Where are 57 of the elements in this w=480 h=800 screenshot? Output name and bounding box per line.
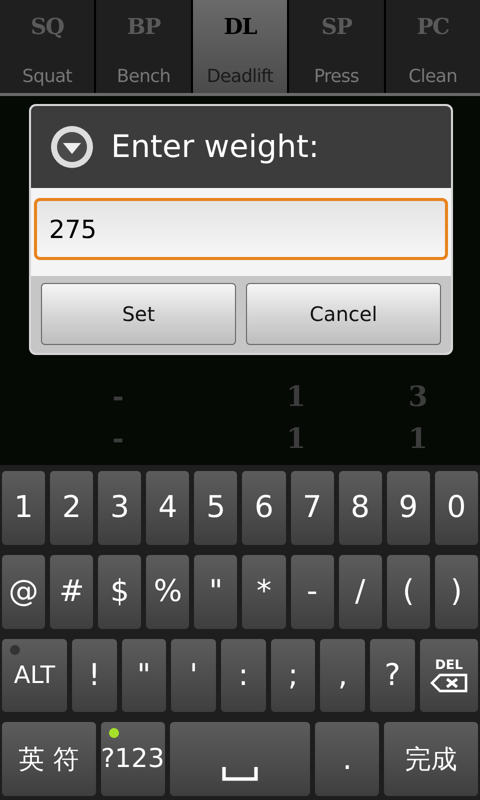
keyboard-key[interactable]: ?123 (100, 722, 165, 796)
keyboard-key[interactable]: 完成 (384, 722, 478, 796)
keyboard-key[interactable]: ALT (2, 638, 67, 712)
space-key[interactable] (170, 722, 310, 796)
keyboard-key[interactable]: $ (98, 554, 142, 628)
keyboard-key[interactable]: 4 (146, 471, 190, 545)
keyboard-key[interactable]: @ (2, 554, 46, 628)
keyboard-key[interactable]: ) (434, 554, 478, 628)
tab[interactable]: BP Bench (96, 0, 191, 93)
keyboard-key[interactable]: ? (370, 638, 415, 712)
tab-icon-text: SP (321, 14, 352, 40)
keyboard-key[interactable]: 5 (194, 471, 238, 545)
keyboard-key[interactable]: 0 (434, 471, 478, 545)
keyboard-key[interactable]: ' (171, 638, 216, 712)
keyboard-key[interactable]: 2 (50, 471, 94, 545)
dialog-button[interactable]: Cancel (246, 283, 441, 345)
tab-icon-text: SQ (30, 14, 64, 40)
keyboard-key[interactable]: ; (270, 638, 316, 712)
keyboard-key[interactable]: - (290, 554, 334, 628)
keyboard-key[interactable]: / (338, 554, 382, 628)
dropdown-icon (49, 124, 95, 170)
backspace-icon (430, 672, 468, 693)
table-cell-text: - (111, 380, 125, 412)
tab[interactable]: SP Press (289, 0, 384, 93)
tab[interactable]: SQ Squat (0, 0, 94, 93)
table-cell-text: - (111, 422, 125, 454)
keyboard-key[interactable]: 英 符 (2, 722, 96, 796)
keyboard-key[interactable]: 1 (2, 471, 46, 545)
keyboard-key[interactable]: 9 (386, 471, 430, 545)
keyboard-key[interactable]: 7 (290, 471, 334, 545)
keyboard-key[interactable]: % (146, 554, 190, 628)
keyboard-key[interactable]: " (194, 554, 238, 628)
tab-label: Deadlift (206, 66, 274, 87)
keyboard-key[interactable]: ! (72, 638, 117, 712)
dialog-title: Enter weight: (111, 129, 320, 165)
keyboard-key[interactable]: 3 (98, 471, 142, 545)
keyboard-key[interactable]: # (50, 554, 94, 628)
keyboard-key[interactable]: , (320, 638, 366, 712)
keyboard-key[interactable]: * (242, 554, 286, 628)
dialog-button[interactable]: Set (41, 283, 236, 345)
weight-input-field[interactable]: 275 (34, 198, 448, 260)
delete-key[interactable]: DEL (420, 638, 478, 712)
space-icon (222, 767, 258, 782)
tab-label: Squat (22, 66, 72, 87)
keyboard-key[interactable]: 8 (338, 471, 382, 545)
keyboard-key[interactable]: ( (386, 554, 430, 628)
tab-label: Bench (116, 66, 170, 87)
keyboard-key[interactable]: : (221, 638, 266, 712)
keyboard-key[interactable]: " (122, 638, 166, 712)
keyboard-key[interactable]: . (315, 722, 380, 796)
tab-label: Press (314, 66, 359, 87)
tab[interactable]: PC Clean (386, 0, 480, 93)
tab-label: Clean (408, 66, 458, 87)
keyboard-key[interactable]: 6 (242, 471, 286, 545)
tab-icon-text: BP (127, 14, 160, 40)
tab-icon-text: DL (224, 14, 256, 40)
tab-icon-text: PC (416, 14, 449, 40)
